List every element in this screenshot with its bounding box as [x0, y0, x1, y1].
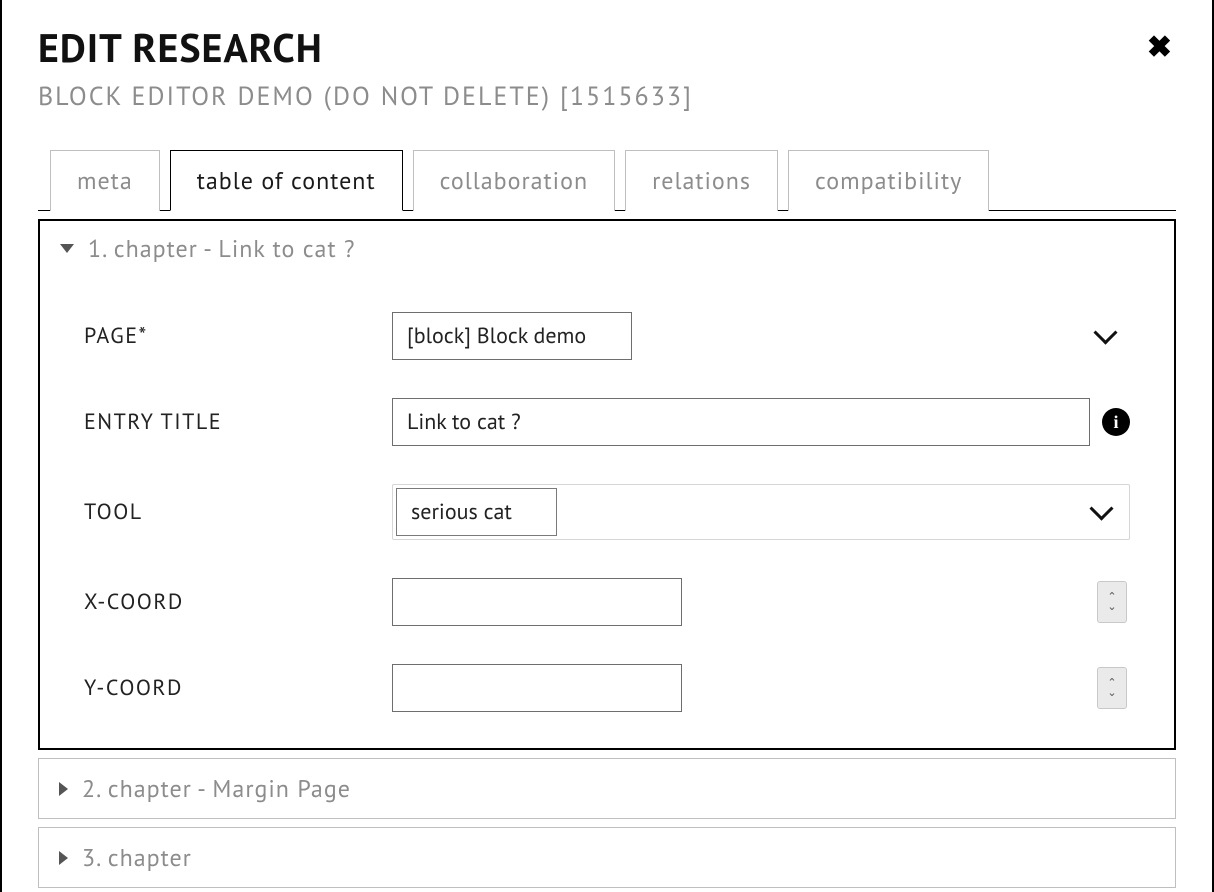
- chapter-panel-3: 3. chapter: [38, 827, 1176, 888]
- page-subtitle: BLOCK EDITOR DEMO (DO NOT DELETE) [15156…: [38, 80, 1176, 113]
- info-icon[interactable]: i: [1102, 408, 1130, 436]
- x-coord-input[interactable]: [392, 578, 682, 626]
- label-x-coord: X-COORD: [84, 588, 392, 616]
- chapter-panel-2: 2. chapter - Margin Page: [38, 758, 1176, 819]
- page-select[interactable]: [block] Block demo: [392, 312, 632, 360]
- chevron-down-icon: ⌄: [1107, 602, 1116, 612]
- chapter-panel-1: 1. chapter - Link to cat ? PAGE* [block]…: [38, 219, 1176, 750]
- tab-table-of-content[interactable]: table of content: [170, 150, 403, 211]
- page-title: EDIT RESEARCH: [38, 22, 1176, 74]
- label-y-coord: Y-COORD: [84, 674, 392, 702]
- stepper-buttons[interactable]: ⌃ ⌄: [1097, 667, 1127, 709]
- stepper-buttons[interactable]: ⌃ ⌄: [1097, 581, 1127, 623]
- y-coord-input[interactable]: [392, 664, 682, 712]
- chapter-header-3[interactable]: 3. chapter: [39, 828, 1175, 887]
- chevron-right-icon: [59, 782, 68, 796]
- chevron-right-icon: [59, 851, 68, 865]
- label-page: PAGE*: [84, 322, 392, 350]
- chevron-down-icon: ⌄: [1107, 688, 1116, 698]
- label-tool: TOOL: [84, 498, 392, 526]
- tab-relations[interactable]: relations: [625, 150, 778, 211]
- chapter-label: 2. chapter - Margin Page: [82, 773, 351, 804]
- tool-select[interactable]: serious cat: [396, 488, 557, 536]
- tab-meta[interactable]: meta: [50, 150, 160, 211]
- tab-bar: meta table of content collaboration rela…: [38, 149, 1176, 211]
- label-entry-title: ENTRY TITLE: [84, 408, 392, 436]
- tab-compatibility[interactable]: compatibility: [788, 150, 989, 211]
- chapter-header-2[interactable]: 2. chapter - Margin Page: [39, 759, 1175, 818]
- chapter-form: PAGE* [block] Block demo ENTRY TITLE i: [40, 276, 1174, 748]
- entry-title-input[interactable]: [392, 398, 1090, 446]
- close-icon[interactable]: ✖: [1147, 32, 1172, 62]
- chapter-header-1[interactable]: 1. chapter - Link to cat ?: [40, 221, 1174, 276]
- tab-collaboration[interactable]: collaboration: [413, 150, 616, 211]
- chapter-label: 3. chapter: [82, 842, 192, 873]
- chevron-down-icon: [60, 244, 74, 253]
- chapter-label: 1. chapter - Link to cat ?: [88, 233, 355, 264]
